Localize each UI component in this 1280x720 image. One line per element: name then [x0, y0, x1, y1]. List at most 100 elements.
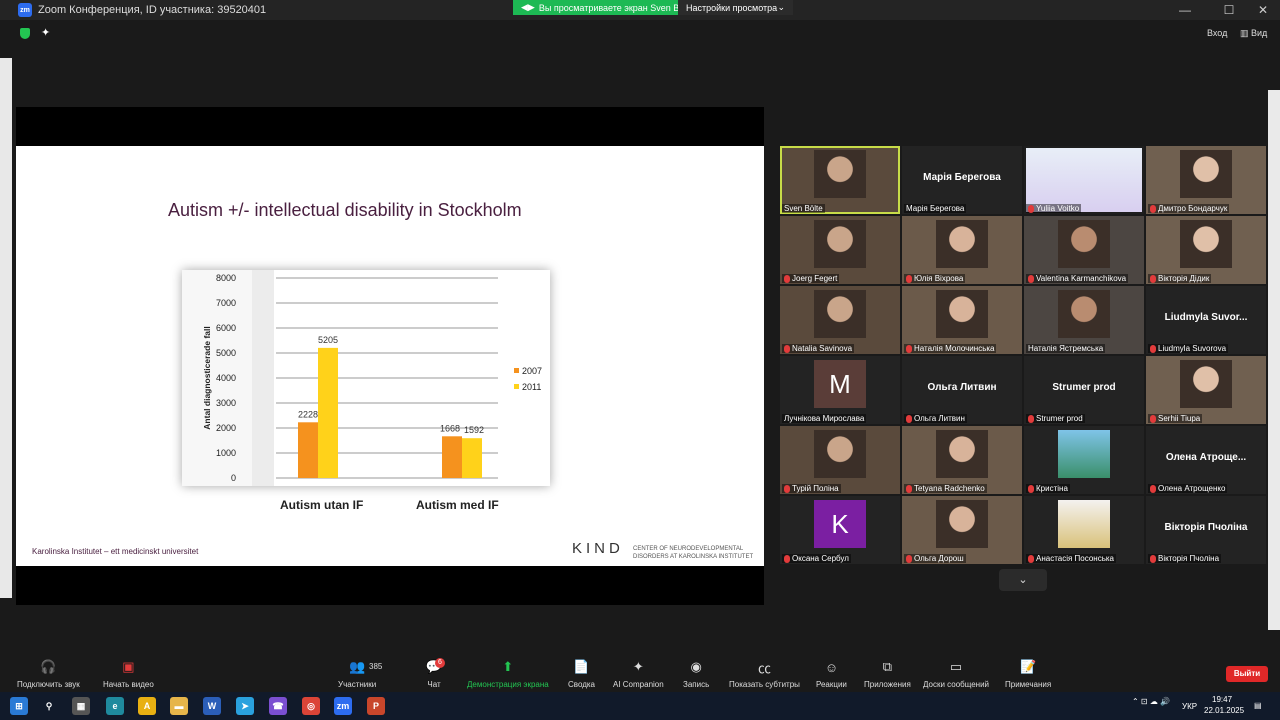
app-icon[interactable]: A: [138, 697, 156, 715]
participant-tile[interactable]: Вікторія Пчоліна Вікторія Пчоліна: [1146, 496, 1266, 564]
participant-display-name: Liudmyla Suvor...: [1164, 312, 1248, 323]
reactions-label: Реакции: [816, 680, 847, 689]
zoom-taskbar-icon[interactable]: zm: [334, 697, 352, 715]
participant-tile[interactable]: Дмитро Бондарчук: [1146, 146, 1266, 214]
chevron-down-icon: ⌄: [1018, 574, 1028, 586]
participant-tile[interactable]: Олена Атроще... Олена Атрощенко: [1146, 426, 1266, 494]
participant-tile[interactable]: Natalia Savinova: [780, 286, 900, 354]
search-icon[interactable]: ⚲: [40, 697, 58, 715]
participant-tile[interactable]: Вікторія Дідик: [1146, 216, 1266, 284]
participant-tile[interactable]: M Лучнікова Мирослава: [780, 356, 900, 424]
view-options-button[interactable]: Настройки просмотра ⌄: [678, 0, 793, 15]
participant-name-tag: Sven Bölte: [782, 204, 825, 213]
participant-name-tag: Valentina Karmanchikova: [1026, 274, 1129, 283]
participant-tile[interactable]: Strumer prod Strumer prod: [1024, 356, 1144, 424]
y-tick-label: 4000: [216, 373, 236, 383]
participant-name: Serhii Tiupa: [1158, 414, 1201, 423]
signin-button[interactable]: Вход: [1207, 28, 1227, 38]
notes-button[interactable]: 📝 Примечания: [1005, 650, 1051, 692]
participant-name: Tetyana Radchenko: [914, 484, 985, 493]
participant-tile[interactable]: Yuliia Voitko: [1024, 146, 1144, 214]
word-icon[interactable]: W: [203, 697, 221, 715]
participant-tile[interactable]: Ольга Литвин Ольга Литвин: [902, 356, 1022, 424]
calculator-icon[interactable]: ▦: [72, 697, 90, 715]
window-title: Zoom Конференция, ID участника: 39520401: [38, 4, 267, 16]
participant-name: Sven Bölte: [784, 204, 823, 213]
minimize-button[interactable]: —: [1168, 0, 1202, 20]
telegram-icon[interactable]: ➤: [236, 697, 254, 715]
chrome-icon[interactable]: ◎: [302, 697, 320, 715]
participants-button[interactable]: 👥 Участники: [338, 650, 376, 692]
participant-display-name: Олена Атроще...: [1165, 452, 1247, 463]
participant-tile[interactable]: Joerg Fegert: [780, 216, 900, 284]
participant-tile[interactable]: Sven Bölte: [780, 146, 900, 214]
viber-icon[interactable]: ☎: [269, 697, 287, 715]
file-explorer-icon[interactable]: ▬: [170, 697, 188, 715]
edge-icon[interactable]: e: [106, 697, 124, 715]
y-tick-label: 1000: [216, 448, 236, 458]
participant-tile[interactable]: K Оксана Сербул: [780, 496, 900, 564]
ai-sparkle-icon[interactable]: ✦: [41, 26, 50, 39]
participant-tile[interactable]: Tetyana Radchenko: [902, 426, 1022, 494]
participant-tile[interactable]: Valentina Karmanchikova: [1024, 216, 1144, 284]
legend-label: 2011: [522, 382, 541, 392]
participant-tile[interactable]: Турій Поліна: [780, 426, 900, 494]
screen-share-banner: ◀▶ Вы просматриваете экран Sven Bölte: [513, 0, 702, 15]
record-button[interactable]: ◉ Запись: [683, 650, 709, 692]
video-feed: [936, 220, 988, 268]
mic-muted-icon: [784, 554, 790, 563]
video-off-icon: ▣: [122, 659, 135, 674]
participant-tile[interactable]: Наталія Молочинська: [902, 286, 1022, 354]
share-icon: ◀▶: [521, 2, 535, 12]
participant-name: Марія Берегова: [906, 204, 965, 213]
participant-tile[interactable]: Марія Берегова Марія Берегова: [902, 146, 1022, 214]
data-label: 2228: [298, 409, 318, 419]
participant-name-tag: Tetyana Radchenko: [904, 484, 987, 493]
participant-name-tag: Юлія Віхрова: [904, 274, 966, 283]
participant-tile[interactable]: Serhii Tiupa: [1146, 356, 1266, 424]
gallery-next-page-button[interactable]: ⌄: [999, 569, 1047, 591]
windows-start-icon[interactable]: ⊞: [10, 697, 28, 715]
captions-button[interactable]: ㏄ Показать субтитры: [729, 650, 800, 692]
participant-name-tag: Serhii Tiupa: [1148, 414, 1203, 423]
share-screen-label: Демонстрация экрана: [467, 680, 549, 689]
clock-date[interactable]: 22.01.2025: [1204, 706, 1244, 715]
language-indicator[interactable]: УКР: [1182, 702, 1197, 711]
legend-label: 2007: [522, 366, 542, 376]
view-button[interactable]: ▥ Вид: [1240, 28, 1267, 39]
leave-button[interactable]: Выйти: [1226, 666, 1268, 682]
participants-count: 385: [369, 662, 383, 671]
security-shield-icon[interactable]: [20, 28, 30, 39]
powerpoint-icon[interactable]: P: [367, 697, 385, 715]
notifications-icon[interactable]: ▤: [1254, 701, 1262, 710]
close-button[interactable]: ✕: [1246, 0, 1280, 20]
video-feed: [1180, 360, 1232, 408]
participant-name: Ольга Литвин: [914, 414, 965, 423]
record-icon: ◉: [690, 659, 702, 674]
bar-chart-svg: 0 1000 2000 3000 4000 5000 6000 7000 8000 Antal d…: [182, 270, 542, 486]
participant-tile[interactable]: Юлія Віхрова: [902, 216, 1022, 284]
video-label: Начать видео: [103, 680, 154, 689]
participant-tile[interactable]: Анастасія Посонська: [1024, 496, 1144, 564]
share-screen-button[interactable]: ⬆ Демонстрация экрана: [467, 650, 549, 692]
audio-button[interactable]: 🎧 Подключить звук: [17, 650, 80, 692]
mic-muted-icon: [1150, 204, 1156, 213]
chat-button[interactable]: 💬 Чат: [425, 650, 443, 692]
participant-tile[interactable]: Liudmyla Suvor... Liudmyla Suvorova: [1146, 286, 1266, 354]
clock-time[interactable]: 19:47: [1212, 695, 1232, 704]
ai-companion-button[interactable]: ✦ AI Companion: [613, 650, 664, 692]
reactions-button[interactable]: ☺ Реакции: [816, 650, 847, 692]
whiteboards-button[interactable]: ▭ Доски сообщений: [923, 650, 989, 692]
participant-tile[interactable]: Кристіна: [1024, 426, 1144, 494]
participant-tile[interactable]: Наталія Ястремська: [1024, 286, 1144, 354]
summary-button[interactable]: 📄 Сводка: [568, 650, 595, 692]
maximize-button[interactable]: ☐: [1212, 0, 1246, 20]
video-button[interactable]: ▣ Начать видео: [103, 650, 154, 692]
presentation-slide: Autism +/- intellectual disability in St…: [16, 146, 764, 566]
apps-button[interactable]: ⧉ Приложения: [864, 650, 911, 692]
participant-name-tag: Вікторія Пчоліна: [1148, 554, 1222, 563]
participant-tile[interactable]: Ольга Дорош: [902, 496, 1022, 564]
participants-label: Участники: [338, 680, 377, 689]
participant-name-tag: Ольга Литвин: [904, 414, 967, 423]
tray-icons[interactable]: ⌃ ⊡ ☁ 🔊: [1132, 697, 1170, 706]
